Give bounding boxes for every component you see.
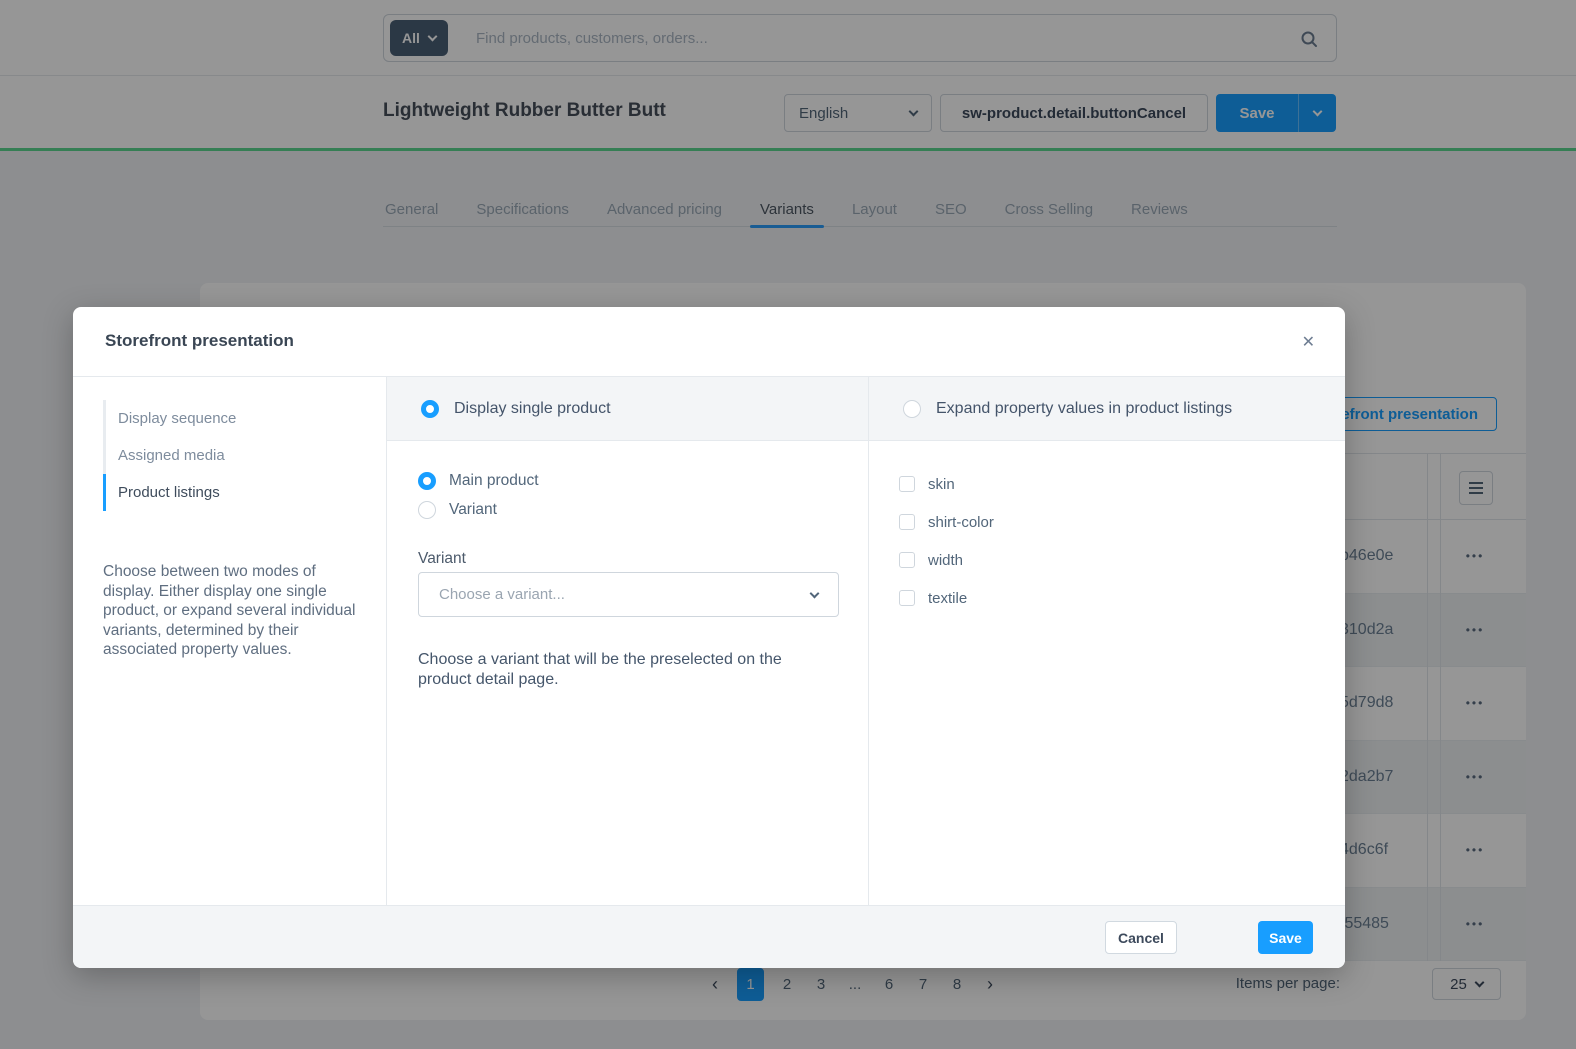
- single-product-column: Display single product Main product Vari…: [387, 377, 868, 905]
- checkbox-unchecked-icon[interactable]: [899, 514, 915, 530]
- screen: All Lightweight Rubber Butter Butt Engli…: [0, 0, 1576, 1049]
- single-product-radio-group: Main product Variant: [418, 472, 539, 519]
- modal-footer: Cancel Save: [73, 905, 1345, 968]
- variant-option[interactable]: Variant: [418, 501, 539, 519]
- main-product-label: Main product: [449, 472, 539, 490]
- display-single-product-option[interactable]: Display single product: [387, 377, 868, 441]
- main-product-option[interactable]: Main product: [418, 472, 539, 490]
- expand-properties-column: Expand property values in product listin…: [868, 377, 1345, 905]
- variant-helper-text: Choose a variant that will be the presel…: [418, 650, 820, 689]
- variant-select[interactable]: Choose a variant...: [418, 572, 839, 617]
- checkbox-unchecked-icon[interactable]: [899, 552, 915, 568]
- property-label: width: [928, 552, 963, 569]
- sidebar-item-product-listings[interactable]: Product listings: [103, 474, 353, 511]
- property-option-skin[interactable]: skin: [899, 472, 994, 496]
- radio-selected-icon[interactable]: [421, 400, 439, 418]
- property-option-shirt-color[interactable]: shirt-color: [899, 510, 994, 534]
- checkbox-unchecked-icon[interactable]: [899, 476, 915, 492]
- modal-sidebar-nav: Display sequence Assigned media Product …: [103, 400, 353, 511]
- property-checkbox-list: skin shirt-color width textile: [899, 472, 994, 610]
- sidebar-item-display-sequence[interactable]: Display sequence: [103, 400, 353, 437]
- property-option-width[interactable]: width: [899, 548, 994, 572]
- save-button[interactable]: Save: [1258, 921, 1313, 954]
- property-label: skin: [928, 476, 955, 493]
- chevron-down-icon: [810, 588, 820, 598]
- radio-unselected-icon[interactable]: [418, 501, 436, 519]
- sidebar-item-assigned-media[interactable]: Assigned media: [103, 437, 353, 474]
- modal-body: Display sequence Assigned media Product …: [73, 377, 1345, 905]
- modal-title: Storefront presentation: [105, 331, 294, 351]
- property-label: shirt-color: [928, 514, 994, 531]
- variant-select-placeholder: Choose a variant...: [439, 586, 565, 603]
- storefront-presentation-modal: Storefront presentation ✕ Display sequen…: [73, 307, 1345, 968]
- checkbox-unchecked-icon[interactable]: [899, 590, 915, 606]
- radio-unselected-icon[interactable]: [903, 400, 921, 418]
- modal-header: Storefront presentation ✕: [73, 307, 1345, 377]
- expand-property-values-option[interactable]: Expand property values in product listin…: [869, 377, 1345, 441]
- cancel-button[interactable]: Cancel: [1105, 921, 1177, 954]
- sidebar-description: Choose between two modes of display. Eit…: [103, 562, 363, 660]
- property-option-textile[interactable]: textile: [899, 586, 994, 610]
- property-label: textile: [928, 590, 967, 607]
- variant-option-label: Variant: [449, 501, 497, 519]
- radio-selected-icon[interactable]: [418, 472, 436, 490]
- expand-property-values-label: Expand property values in product listin…: [936, 400, 1232, 418]
- modal-sidebar: Display sequence Assigned media Product …: [73, 377, 387, 905]
- close-icon[interactable]: ✕: [1302, 332, 1315, 352]
- variant-field-label: Variant: [418, 550, 466, 568]
- display-single-product-label: Display single product: [454, 400, 611, 418]
